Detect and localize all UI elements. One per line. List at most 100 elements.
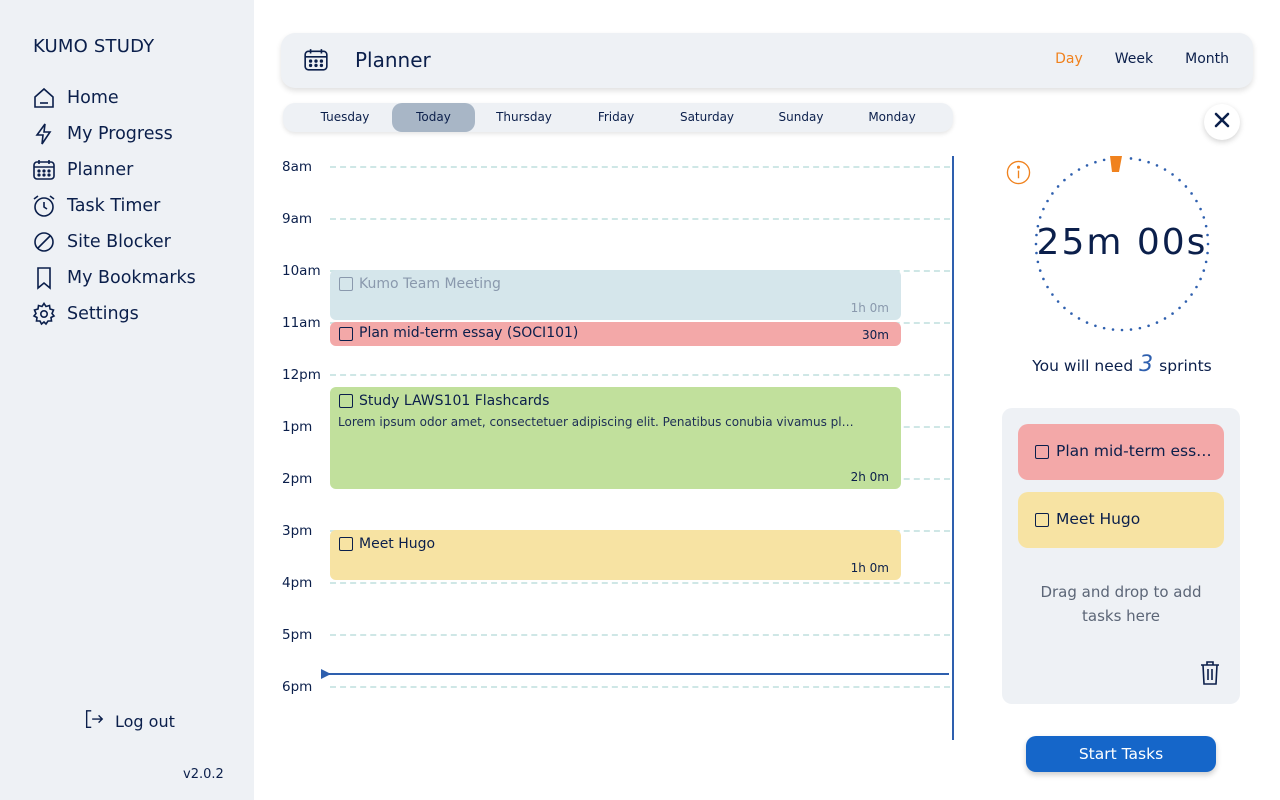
- tab-month[interactable]: Month: [1185, 51, 1229, 67]
- event-checkbox[interactable]: [339, 277, 353, 291]
- start-tasks-button[interactable]: Start Tasks: [1026, 736, 1216, 772]
- dial-dot: [1085, 164, 1089, 167]
- queued-task[interactable]: Plan mid-term essay (SOCI101): [1018, 424, 1224, 480]
- task-queue-dropzone[interactable]: Plan mid-term essay (SOCI101) Meet Hugo …: [1002, 408, 1240, 704]
- hour-gridline: [330, 166, 950, 168]
- day-selector: Tuesday Today Thursday Friday Saturday S…: [283, 103, 953, 132]
- event-plan-mid-term-essay[interactable]: Plan mid-term essay (SOCI101) 30m: [330, 322, 901, 346]
- event-duration: 30m: [862, 328, 889, 342]
- trash-button[interactable]: [1199, 660, 1221, 690]
- dial-dot: [1202, 269, 1206, 272]
- dial-dot: [1077, 317, 1081, 320]
- trash-icon: [1199, 661, 1221, 690]
- time-label: 1pm: [282, 419, 313, 435]
- dial-dot: [1094, 324, 1097, 328]
- page-title: Planner: [355, 48, 431, 72]
- event-checkbox[interactable]: [339, 327, 353, 341]
- event-title: Plan mid-term essay (SOCI101): [359, 325, 579, 341]
- task-checkbox[interactable]: [1035, 445, 1049, 459]
- dial-dot: [1070, 312, 1073, 315]
- dial-dot: [1178, 306, 1181, 310]
- bookmark-icon: [31, 265, 57, 291]
- dial-dot: [1038, 216, 1042, 219]
- event-duration: 1h 0m: [850, 561, 889, 575]
- hour-gridline: [330, 374, 950, 376]
- day-tab-thursday[interactable]: Thursday: [480, 103, 568, 132]
- event-study-laws101[interactable]: Study LAWS101 Flashcards Lorem ipsum odo…: [330, 387, 901, 489]
- dial-dot: [1051, 293, 1054, 296]
- day-tab-monday[interactable]: Monday: [848, 103, 936, 132]
- sidebar-item-site-blocker[interactable]: Site Blocker: [31, 224, 196, 260]
- dial-dot: [1171, 312, 1174, 315]
- timeline-divider: [952, 156, 954, 740]
- event-title: Kumo Team Meeting: [359, 276, 501, 292]
- dial-dot: [1190, 192, 1193, 195]
- sidebar-item-label: My Progress: [67, 124, 173, 144]
- view-tabs: Day Week Month: [1023, 51, 1229, 67]
- dial-dot: [1171, 173, 1174, 176]
- sidebar: KUMO STUDY Home My Progress Planner Task…: [0, 0, 254, 800]
- event-checkbox[interactable]: [339, 537, 353, 551]
- task-title: Plan mid-term essay (SOCI101): [1056, 442, 1216, 460]
- sidebar-item-planner[interactable]: Planner: [31, 152, 196, 188]
- queued-task[interactable]: Meet Hugo: [1018, 492, 1224, 548]
- dial-dot: [1155, 164, 1159, 167]
- tab-day[interactable]: Day: [1055, 51, 1083, 67]
- sprints-info: You will need 3 sprints: [1006, 352, 1238, 377]
- home-icon: [31, 85, 57, 111]
- event-duration: 1h 0m: [850, 301, 889, 315]
- alarm-clock-icon: [31, 193, 57, 219]
- time-label: 11am: [282, 315, 321, 331]
- day-tab-sunday[interactable]: Sunday: [757, 103, 845, 132]
- dial-dot: [1195, 199, 1198, 203]
- dial-dot: [1056, 300, 1060, 303]
- event-kumo-team-meeting[interactable]: Kumo Team Meeting 1h 0m: [330, 270, 901, 320]
- logout-button[interactable]: Log out: [83, 708, 175, 734]
- dial-dot: [1155, 321, 1159, 324]
- info-button[interactable]: [1006, 160, 1031, 189]
- sprints-suffix: sprints: [1159, 357, 1212, 375]
- event-checkbox[interactable]: [339, 394, 353, 408]
- timeline-fade: [270, 730, 970, 750]
- dial-dot: [1184, 185, 1188, 188]
- day-tab-saturday[interactable]: Saturday: [663, 103, 751, 132]
- sidebar-nav: Home My Progress Planner Task Timer Site…: [31, 80, 196, 332]
- drop-hint: Drag and drop to add tasks here: [1040, 583, 1202, 625]
- day-tab-today[interactable]: Today: [392, 103, 475, 132]
- dial-dot: [1042, 207, 1045, 211]
- tab-week[interactable]: Week: [1115, 51, 1153, 67]
- dial-dot: [1085, 321, 1089, 324]
- dial-dot: [1138, 326, 1142, 330]
- time-label: 10am: [282, 263, 321, 279]
- task-checkbox[interactable]: [1035, 513, 1049, 527]
- dial-dot: [1063, 178, 1066, 182]
- sidebar-item-my-progress[interactable]: My Progress: [31, 116, 196, 152]
- close-icon: [1214, 112, 1230, 132]
- current-time-marker: [321, 669, 331, 679]
- info-icon: [1006, 160, 1031, 189]
- current-time-line: [324, 673, 949, 675]
- sidebar-item-task-timer[interactable]: Task Timer: [31, 188, 196, 224]
- dial-progress-marker: [1110, 156, 1122, 172]
- dial-dot: [1129, 328, 1133, 331]
- day-tab-tuesday[interactable]: Tuesday: [301, 103, 389, 132]
- sidebar-item-my-bookmarks[interactable]: My Bookmarks: [31, 260, 196, 296]
- sidebar-item-home[interactable]: Home: [31, 80, 196, 116]
- sprints-count: 3: [1139, 352, 1154, 377]
- sidebar-item-label: Home: [67, 88, 119, 108]
- hour-gridline: [330, 686, 950, 688]
- close-button[interactable]: [1204, 104, 1240, 140]
- time-label: 12pm: [282, 367, 321, 383]
- dial-dot: [1046, 199, 1049, 203]
- sidebar-item-settings[interactable]: Settings: [31, 296, 196, 332]
- dial-dot: [1163, 317, 1167, 320]
- dial-dot: [1102, 326, 1106, 330]
- dial-dot: [1046, 285, 1049, 289]
- sidebar-item-label: Site Blocker: [67, 232, 171, 252]
- hour-gridline: [330, 634, 950, 636]
- dial-dot: [1184, 300, 1188, 303]
- event-meet-hugo[interactable]: Meet Hugo 1h 0m: [330, 530, 901, 580]
- dial-dot: [1178, 178, 1181, 182]
- day-tab-friday[interactable]: Friday: [573, 103, 659, 132]
- sidebar-item-label: My Bookmarks: [67, 268, 196, 288]
